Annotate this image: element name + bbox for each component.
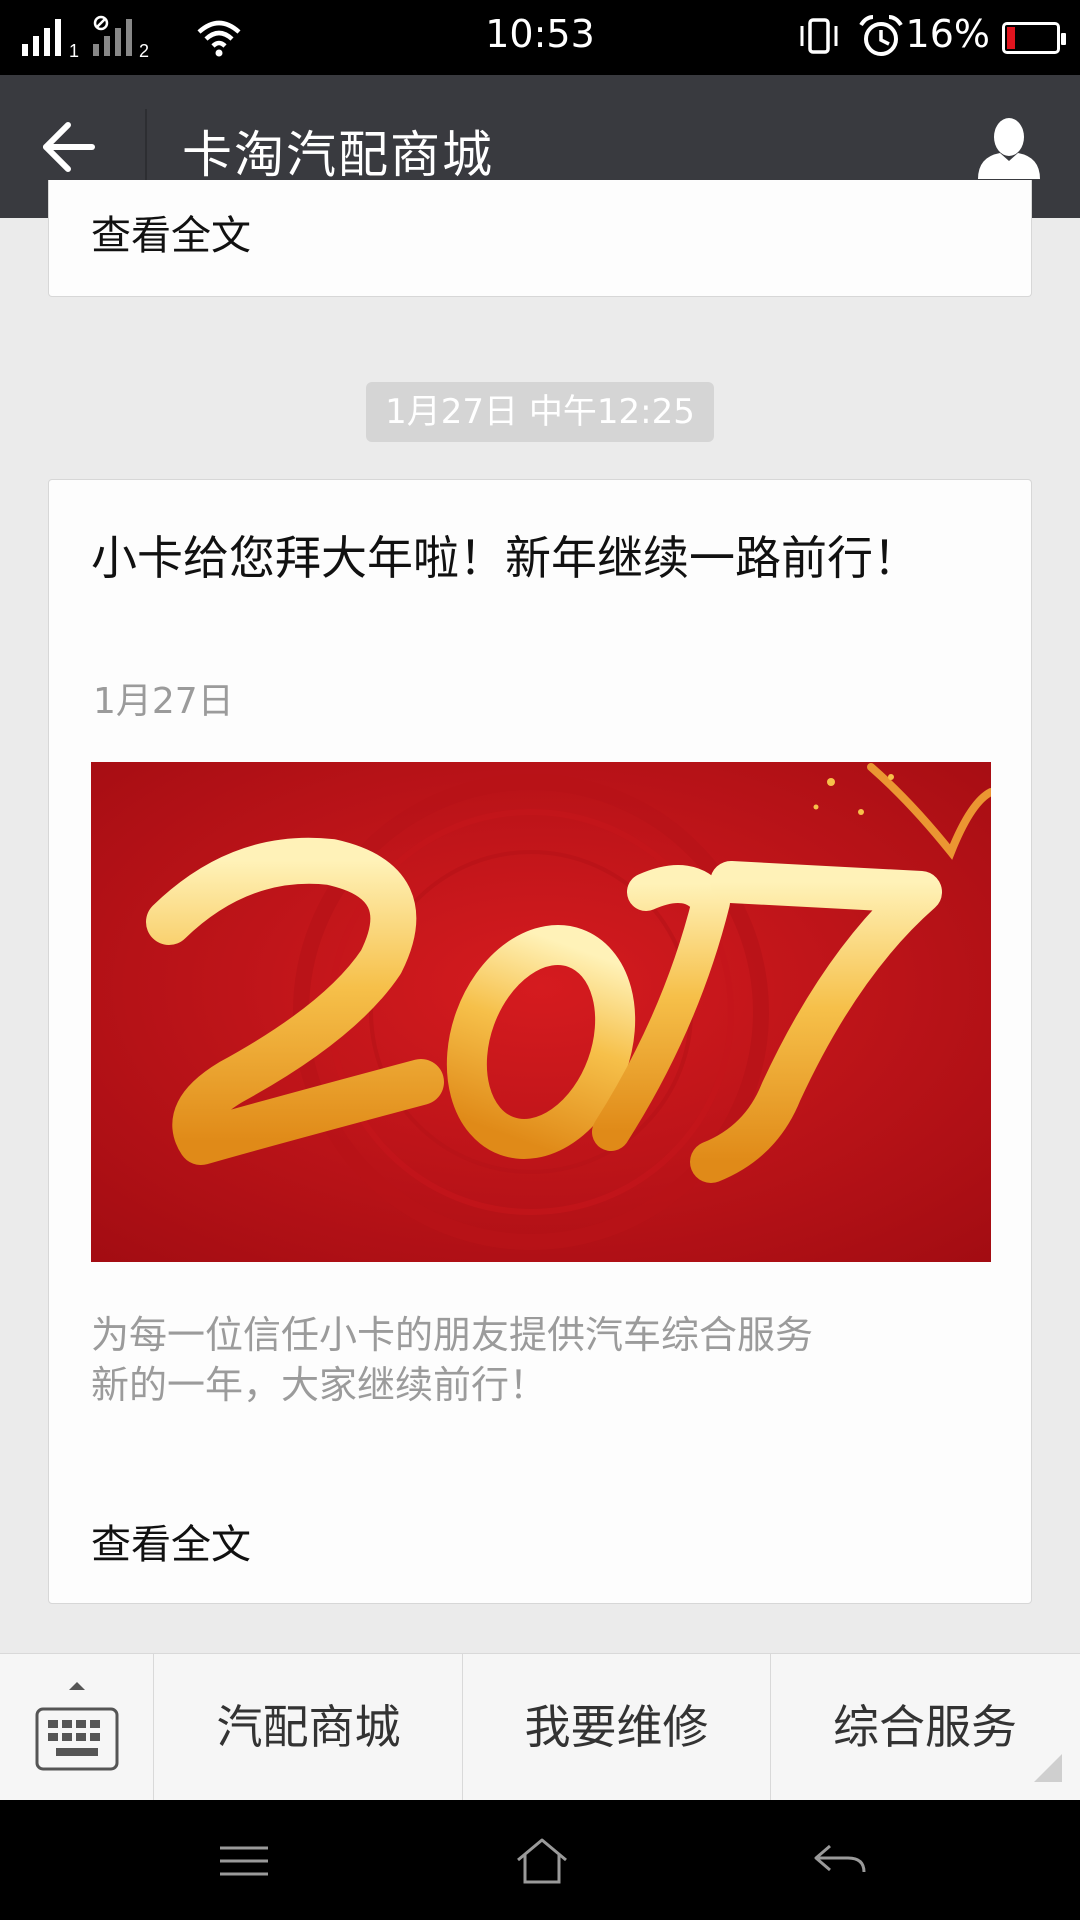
menu-item-repair[interactable]: 我要维修 bbox=[463, 1654, 771, 1801]
status-bar: 1 2 10:53 16% bbox=[0, 0, 1080, 75]
system-navigation-bar bbox=[0, 1800, 1080, 1920]
keyboard-icon bbox=[35, 1682, 119, 1771]
message-timestamp: 1月27日 中午12:25 bbox=[366, 382, 714, 442]
person-icon[interactable] bbox=[976, 115, 1042, 181]
battery-icon bbox=[1002, 22, 1066, 54]
new-year-2017-artwork: 2017 bbox=[91, 762, 991, 1262]
home-icon[interactable] bbox=[514, 1836, 570, 1886]
arrow-left-icon[interactable] bbox=[40, 117, 100, 177]
menu-item-services[interactable]: 综合服务 bbox=[771, 1654, 1079, 1801]
back-icon[interactable] bbox=[812, 1836, 868, 1886]
title-divider bbox=[145, 109, 147, 185]
article-title[interactable]: 小卡给您拜大年啦！新年继续一路前行！ bbox=[91, 530, 941, 586]
read-more-link[interactable]: 查看全文 bbox=[91, 1512, 251, 1570]
submenu-indicator-icon bbox=[1034, 1754, 1062, 1782]
page-title: 卡淘汽配商城 bbox=[182, 126, 494, 184]
read-more-link[interactable]: 查看全文 bbox=[91, 203, 251, 261]
keyboard-toggle-button[interactable] bbox=[0, 1654, 154, 1801]
article-cover-image[interactable]: 2017 bbox=[91, 762, 991, 1262]
article-card[interactable]: 小卡给您拜大年啦！新年继续一路前行！ 1月27日 为每一位信任小卡的朋友提供汽车… bbox=[48, 479, 1032, 1604]
previous-article-card[interactable]: 查看全文 bbox=[48, 180, 1032, 297]
menu-item-parts-mall[interactable]: 汽配商城 bbox=[155, 1654, 463, 1801]
wechat-official-account-screen: 1 2 10:53 16% 卡淘汽配商城 查看全文 1月27日 中午12:25 … bbox=[0, 0, 1080, 1920]
battery-percent: 16% bbox=[905, 12, 990, 56]
menu-icon[interactable] bbox=[216, 1836, 272, 1886]
article-summary: 为每一位信任小卡的朋友提供汽车综合服务 新的一年，大家继续前行！ bbox=[91, 1313, 814, 1407]
article-date: 1月27日 bbox=[93, 681, 234, 722]
alarm-icon bbox=[859, 15, 903, 56]
battery-fill bbox=[1007, 27, 1015, 49]
official-account-menu: 汽配商城 我要维修 综合服务 bbox=[0, 1653, 1080, 1801]
vibrate-icon bbox=[800, 18, 838, 54]
